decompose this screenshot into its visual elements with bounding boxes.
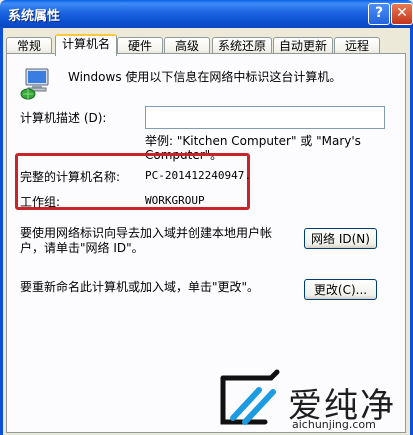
title-bar: 系统属性 ? ✕ xyxy=(0,0,413,28)
rename-text: 要重新命名此计算机或加入域，单击"更改"。 xyxy=(20,280,260,294)
full-name-value: PC-201412240947. xyxy=(145,169,251,182)
help-icon: ? xyxy=(374,5,384,21)
full-name-label: 完整的计算机名称: xyxy=(20,170,121,184)
tab-general[interactable]: 常规 xyxy=(6,37,52,54)
computer-description-input[interactable] xyxy=(145,106,385,129)
close-button[interactable]: ✕ xyxy=(391,3,413,25)
tab-hardware[interactable]: 硬件 xyxy=(117,37,163,54)
network-id-text: 要使用网络标识向导去加入域并创建本地用户帐 户，请单击"网络 ID"。 xyxy=(20,226,273,255)
intro-text: Windows 使用以下信息在网络中标识这台计算机。 xyxy=(68,70,342,84)
tab-automatic-updates[interactable]: 自动更新 xyxy=(273,37,333,54)
tab-system-restore[interactable]: 系统还原 xyxy=(212,37,272,54)
tab-panel: Windows 使用以下信息在网络中标识这台计算机。 计算机描述 (D): 举例… xyxy=(6,53,406,433)
tab-remote[interactable]: 远程 xyxy=(334,37,380,54)
watermark-logo-icon xyxy=(220,369,280,425)
tab-advanced[interactable]: 高级 xyxy=(164,37,210,54)
help-button[interactable]: ? xyxy=(368,3,390,25)
close-icon: ✕ xyxy=(396,5,408,21)
window-border-left xyxy=(0,28,3,435)
watermark-url: aichunjing.com xyxy=(292,418,376,431)
workgroup-label: 工作组: xyxy=(20,195,61,209)
computer-network-icon xyxy=(20,68,49,100)
network-id-button[interactable]: 网络 ID(N) xyxy=(304,228,377,249)
tab-computer-name[interactable]: 计算机名 xyxy=(55,34,117,56)
workgroup-value: WORKGROUP xyxy=(145,194,205,207)
description-label: 计算机描述 (D): xyxy=(20,111,107,125)
change-button[interactable]: 更改(C)... xyxy=(304,279,377,300)
window-title: 系统属性 xyxy=(8,9,61,24)
